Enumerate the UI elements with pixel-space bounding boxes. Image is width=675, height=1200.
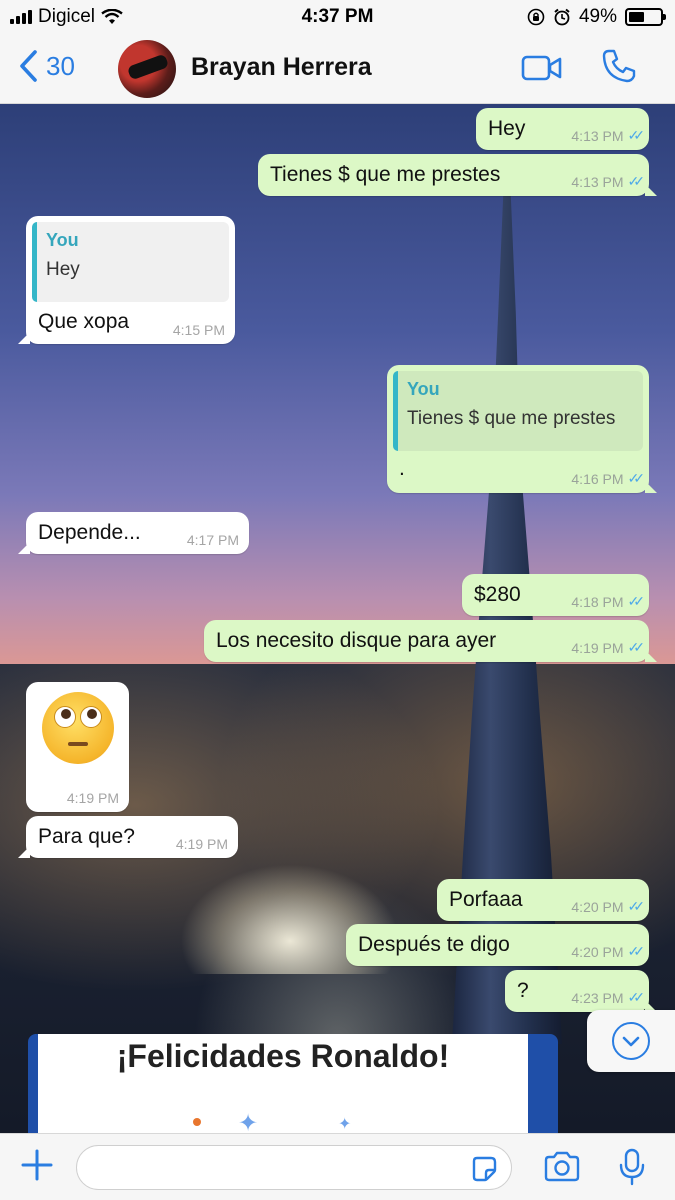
message-time: 4:16 PM [571,470,624,487]
read-ticks-icon: ✓✓ [627,943,646,959]
message-bubble[interactable]: 4:19 PM [26,682,129,812]
message-time: 4:19 PM [66,790,119,806]
read-ticks-icon: ✓✓ [627,593,646,609]
read-ticks-icon: ✓✓ [627,470,646,486]
chevron-down-icon [612,1022,650,1060]
input-bar [0,1133,675,1200]
message-meta: 4:20 PM ✓✓ [571,943,646,960]
read-ticks-icon: ✓✓ [627,639,646,655]
message-bubble[interactable]: ? 4:23 PM ✓✓ [505,970,657,1012]
quoted-message[interactable]: You Hey [32,222,229,302]
chevron-left-icon [20,50,37,82]
sparkle-icon: ✦ [238,1110,259,1133]
emoji-eye [79,706,102,728]
message-bubble[interactable]: Los necesito disque para ayer 4:19 PM ✓✓ [204,620,657,662]
sparkle-icon: ✦ [338,1116,352,1133]
message-time: 4:17 PM [186,532,239,548]
read-ticks-icon: ✓✓ [627,898,646,914]
message-bubble[interactable]: You Hey Que xopa 4:15 PM [18,216,235,344]
orientation-lock-icon [527,8,545,26]
quote-text: Tienes $ que me prestes [407,408,616,429]
message-input[interactable] [76,1145,512,1190]
message-bubble[interactable]: You Tienes $ que me prestes . 4:16 PM ✓✓ [387,365,657,493]
message-meta: 4:13 PM ✓✓ [571,127,646,144]
avatar[interactable] [118,40,176,98]
message-bubble[interactable]: Después te digo 4:20 PM ✓✓ [346,924,649,966]
message-bubble[interactable]: Hey 4:13 PM ✓✓ [476,108,649,150]
chat-header: 30 Brayan Herrera [0,34,675,104]
message-bubble[interactable]: $280 4:18 PM ✓✓ [462,574,649,616]
battery-percent: 49% [578,6,617,27]
emoji-mouth [67,742,88,746]
message-time: 4:19 PM [571,639,624,656]
microphone-icon[interactable] [618,1148,646,1186]
confetti-dot [193,1118,201,1126]
message-meta: 4:16 PM ✓✓ [571,470,646,487]
battery-icon [625,8,666,26]
rolling-eyes-emoji-icon [41,692,114,764]
message-time: 4:13 PM [571,127,624,144]
plus-icon[interactable] [20,1148,54,1182]
message-meta: 4:23 PM ✓✓ [571,989,646,1006]
message-meta: 4:20 PM ✓✓ [571,898,646,915]
read-ticks-icon: ✓✓ [627,127,646,143]
message-bubble[interactable]: Depende... 4:17 PM [18,512,249,554]
back-button[interactable]: 30 [18,50,75,82]
message-time: 4:20 PM [571,898,624,915]
chat-area[interactable]: Hey 4:13 PM ✓✓ Tienes $ que me prestes 4:… [0,104,675,1133]
read-ticks-icon: ✓✓ [627,989,646,1005]
message-meta: 4:19 PM [67,790,119,806]
video-call-icon[interactable] [521,54,563,82]
contact-name[interactable]: Brayan Herrera [191,53,372,82]
message-meta: 4:19 PM ✓✓ [571,639,646,656]
message-bubble[interactable]: Para que? 4:19 PM [18,816,238,858]
image-message-preview[interactable]: ¡Felicidades Ronaldo! ✦ ✦ [28,1034,558,1133]
status-bar: Digicel 4:37 PM 49% [0,0,675,34]
message-meta: 4:17 PM [187,532,239,548]
quote-author: You [46,230,79,250]
read-ticks-icon: ✓✓ [627,173,646,189]
banner-text: ¡Felicidades Ronaldo! [116,1038,450,1074]
message-time: 4:20 PM [571,943,624,960]
message-meta: 4:19 PM [176,836,228,852]
message-bubble[interactable]: Porfaaa 4:20 PM ✓✓ [437,879,649,921]
alarm-icon [554,8,570,26]
status-right: 49% [527,6,666,28]
message-time: 4:19 PM [175,836,228,852]
sticker-icon[interactable] [470,1155,498,1183]
message-bubble[interactable]: Tienes $ que me prestes 4:13 PM ✓✓ [258,154,657,196]
message-time: 4:18 PM [571,593,624,610]
quote-author: You [407,379,440,399]
message-time: 4:15 PM [172,322,225,338]
message-time: 4:23 PM [571,989,624,1006]
camera-icon[interactable] [543,1151,581,1183]
message-meta: 4:18 PM ✓✓ [571,593,646,610]
scroll-to-bottom-button[interactable] [587,1010,675,1072]
quote-text: Hey [46,259,80,280]
message-time: 4:13 PM [571,173,624,190]
message-meta: 4:13 PM ✓✓ [571,173,646,190]
quoted-message[interactable]: You Tienes $ que me prestes [393,371,643,451]
message-meta: 4:15 PM [173,322,225,338]
unread-count: 30 [46,50,75,81]
phone-call-icon[interactable] [601,48,637,84]
emoji-eye [53,706,76,728]
